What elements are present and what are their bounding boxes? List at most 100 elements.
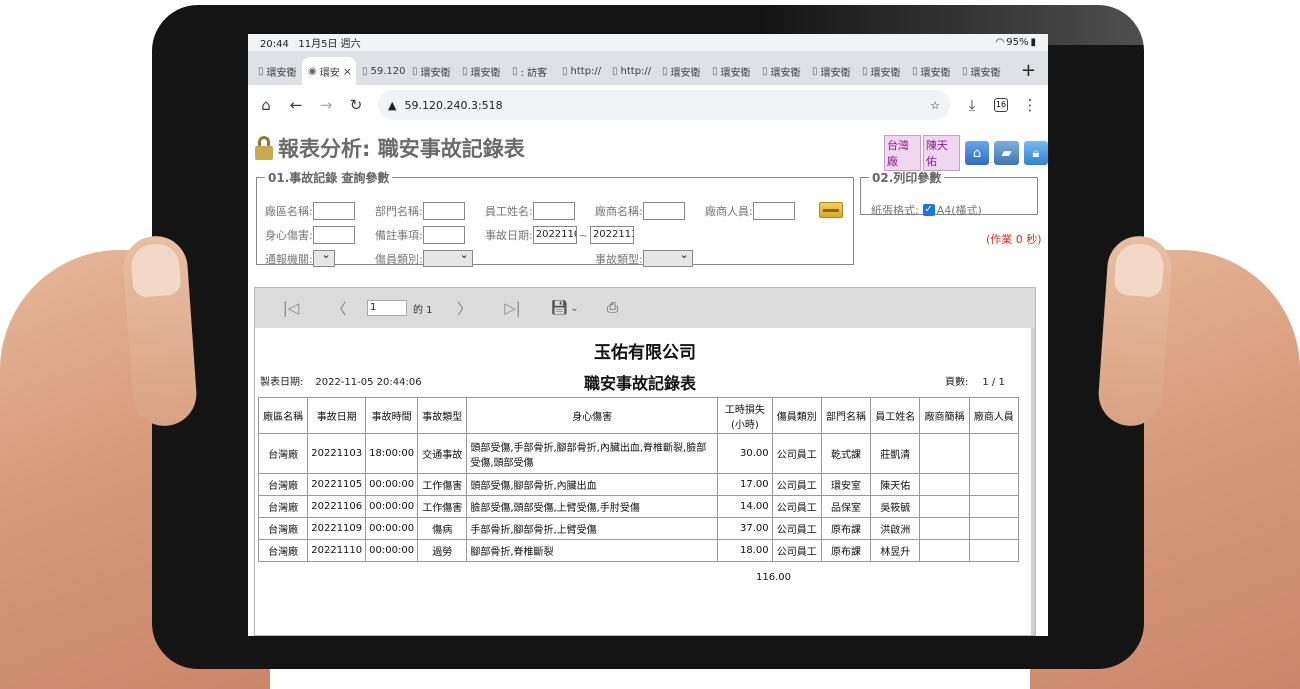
table-cell: 工作傷害: [417, 473, 468, 496]
viewer-scrollbar[interactable]: [1031, 328, 1035, 635]
paper-value: A4(橫式): [936, 204, 982, 217]
first-page-icon[interactable]: |◁: [267, 299, 315, 317]
paper-checkbox[interactable]: ✓: [922, 204, 935, 216]
date-to-input[interactable]: 20221130: [589, 226, 634, 244]
dept-input[interactable]: [422, 202, 465, 220]
table-cell: 公司員工: [771, 473, 822, 496]
menu-kebab-icon[interactable]: ⋮: [1022, 96, 1038, 114]
doc-icon: ▯: [662, 65, 668, 77]
table-cell: 公司員工: [771, 539, 822, 562]
report-viewer: |◁ 〈 1 的 1 〉 ▷| 💾︎ ⌄ ⎙ 玉佑有限公司 製表日期: 2022-1…: [254, 287, 1036, 636]
new-tab-button[interactable]: +: [1021, 60, 1036, 81]
table-cell: 37.00: [717, 517, 773, 540]
home-nav-icon[interactable]: ⌂: [964, 141, 990, 165]
prev-page-icon[interactable]: 〈: [315, 298, 363, 319]
vendor-input[interactable]: [642, 202, 685, 220]
table-cell: 18.00: [717, 539, 773, 562]
page-number-input[interactable]: 1: [367, 300, 407, 316]
date-separator: ~: [578, 228, 588, 242]
accident-type-select[interactable]: [642, 248, 693, 267]
table-cell: 台灣廠: [257, 539, 309, 562]
tab-count-button[interactable]: 16: [994, 98, 1008, 112]
browser-tab[interactable]: ▯ 環安衛: [906, 57, 956, 85]
table-cell: 台灣廠: [257, 517, 309, 540]
next-page-icon[interactable]: 〉: [441, 298, 489, 319]
table-row: 台灣廠 20221106 00:00:00 工作傷害 臉部受傷,頭部受傷,上臂受傷,手肘…: [257, 495, 1020, 518]
vendor-person-input[interactable]: [752, 202, 795, 220]
vendor-label: 廠商名稱:: [595, 205, 643, 218]
browser-tab[interactable]: ▯ 環安衛: [456, 57, 506, 85]
doc-icon: ▯: [612, 65, 618, 77]
column-header: 事故類型: [417, 397, 468, 434]
browser-tab[interactable]: ▯ 環安衛: [856, 57, 906, 85]
column-header: 事故日期: [307, 397, 367, 434]
home-icon[interactable]: ⌂: [258, 96, 274, 114]
reload-icon[interactable]: ↻: [348, 96, 364, 114]
forward-icon[interactable]: →: [318, 96, 334, 114]
browser-tab[interactable]: ▯ http://: [556, 57, 606, 85]
factory-label: 廠區名稱:: [265, 205, 313, 218]
table-cell: 00:00:00: [365, 495, 419, 518]
column-header: 員工姓名: [870, 397, 921, 434]
date-from-input[interactable]: 20221101: [532, 226, 577, 244]
tab-strip: ▯ 環安衛 ◉ 環安 × ▯ 59.120 ▯ 環安衛 ▯ 環安衛 ▯: 訪客 ▯ http://▯ htt…: [248, 51, 1048, 85]
table-cell: 公司員工: [771, 433, 822, 474]
table-cell: 00:00:00: [365, 539, 419, 562]
table-cell: 20221103: [307, 433, 367, 474]
doc-icon: ▯: [862, 65, 868, 77]
browser-tab[interactable]: ▯ 環安衛: [956, 57, 1006, 85]
logout-lock-icon[interactable]: 🔒︎: [1023, 141, 1048, 165]
employee-input[interactable]: [532, 202, 575, 220]
close-tab-icon[interactable]: ×: [343, 65, 352, 78]
table-cell: 公司員工: [771, 517, 822, 540]
browser-tab[interactable]: ▯ 環安衛: [252, 57, 302, 85]
browser-tab[interactable]: ▯: 訪客: [506, 57, 556, 85]
browser-tab[interactable]: ▯ http://: [606, 57, 656, 85]
warning-icon: ▲: [388, 98, 397, 112]
table-cell: 20221105: [307, 473, 367, 496]
download-icon[interactable]: ⤓: [964, 96, 980, 114]
browser-tab[interactable]: ▯ 環安衛: [806, 57, 856, 85]
total-hours: 116.00: [756, 572, 791, 583]
page-of-label: 的 1: [413, 304, 433, 316]
table-cell: 20221106: [307, 495, 367, 518]
table-cell: [919, 495, 970, 518]
browser-tab[interactable]: ▯ 環安衛: [656, 57, 706, 85]
table-cell: 工作傷害: [417, 495, 468, 518]
save-icon[interactable]: 💾︎ ⌄: [537, 300, 593, 316]
doc-icon: ▯: [412, 65, 418, 77]
doc-icon: ▯: [912, 65, 918, 77]
table-cell: 20221110: [307, 539, 367, 562]
staff-type-label: 傷員類別:: [375, 252, 423, 266]
query-card-icon[interactable]: [819, 202, 843, 218]
bookmark-star-icon[interactable]: ☆: [930, 99, 940, 112]
table-cell: 原布課: [820, 517, 872, 540]
table-cell: 傷病: [417, 517, 468, 540]
last-page-icon[interactable]: ▷|: [489, 299, 537, 317]
browser-tab[interactable]: ▯ 59.120: [356, 57, 406, 85]
table-cell: 乾式課: [820, 433, 872, 474]
tab-label: 環安衛: [870, 67, 901, 79]
folder-icon[interactable]: ▰: [994, 141, 1019, 165]
report-org-select[interactable]: [312, 248, 335, 267]
doc-icon: ▯: [362, 65, 368, 77]
injury-input[interactable]: [312, 226, 355, 244]
print-icon[interactable]: ⎙: [593, 300, 633, 316]
query-params: 01.事故記錄 查詢參數 廠區名稱: 部門名稱: 員工姓名: 廠商名稱: 廠商人…: [256, 169, 854, 267]
tab-label: 環安衛: [420, 67, 451, 79]
report-table: 廠區名稱 事故日期 事故時間 事故類型 身心傷害 工時損失(小時) 傷員類別 部門名稱 員工姓名…: [257, 397, 1020, 562]
note-input[interactable]: [422, 226, 465, 244]
viewer-toolbar: |◁ 〈 1 的 1 〉 ▷| 💾︎ ⌄ ⎙: [255, 288, 1035, 328]
browser-toolbar: ⌂ ← → ↻ ▲ 59.120.240.3:518 ☆ ⤓ 16 ⋮: [248, 85, 1048, 125]
browser-tab[interactable]: ▯ 環安衛: [756, 57, 806, 85]
staff-type-select[interactable]: [422, 248, 473, 267]
tab-label: http://: [620, 65, 652, 77]
factory-input[interactable]: [312, 202, 355, 220]
browser-tab[interactable]: ▯ 環安衛: [706, 57, 756, 85]
back-icon[interactable]: ←: [288, 96, 304, 114]
address-bar[interactable]: ▲ 59.120.240.3:518 ☆: [378, 90, 950, 120]
browser-tab[interactable]: ▯ 環安衛: [406, 57, 456, 85]
address-url: 59.120.240.3:518: [404, 98, 503, 112]
browser-tab[interactable]: ◉ 環安 ×: [302, 57, 356, 85]
doc-icon: ▯: [962, 65, 968, 77]
